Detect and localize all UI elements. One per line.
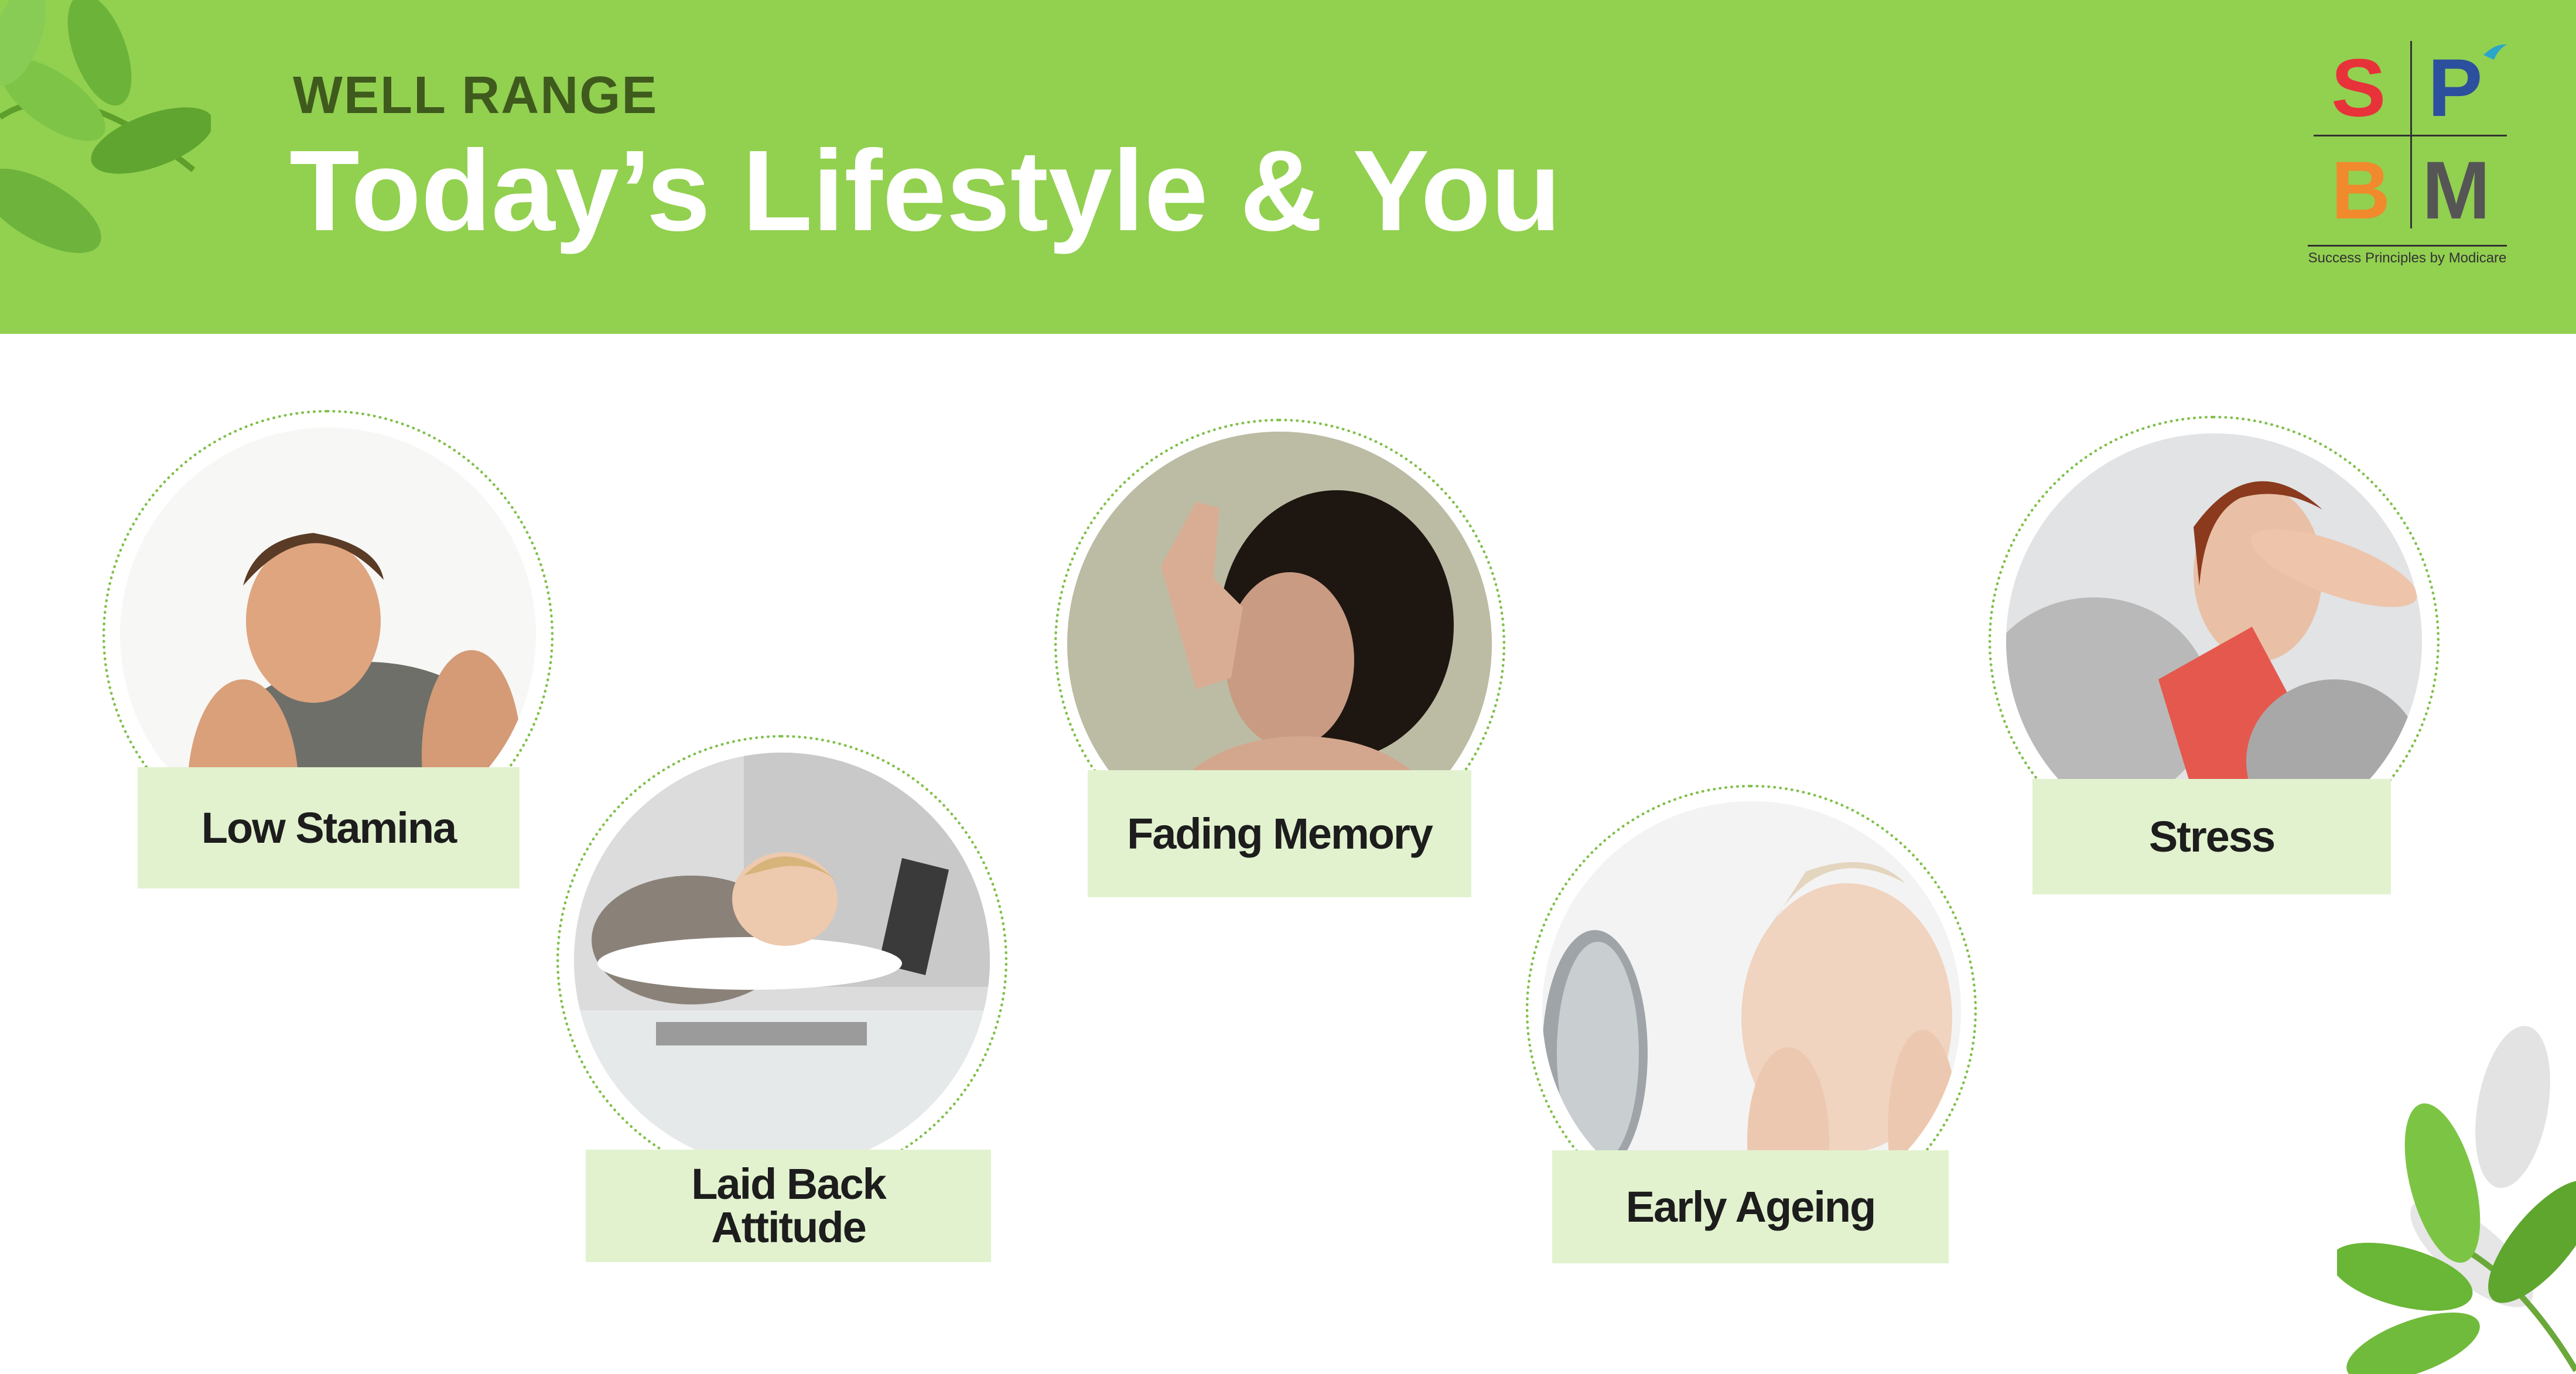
card-early-ageing: Early Ageing xyxy=(1526,785,1983,1265)
card-label: Fading Memory xyxy=(1088,770,1471,897)
bird-icon xyxy=(2483,44,2507,60)
card-stress: Stress xyxy=(1989,416,2445,896)
logo-divider-horizontal xyxy=(2314,135,2507,136)
header-banner: WELL RANGE Today’s Lifestyle & You S P B… xyxy=(0,0,2576,334)
card-laid-back-attitude: Laid Back Attitude xyxy=(556,735,1013,1262)
leaf-decoration-icon xyxy=(2337,1026,2576,1374)
logo-letter-b: B xyxy=(2331,144,2391,236)
logo-tagline: Success Principles by Modicare xyxy=(2308,245,2507,266)
leaf-decoration-icon xyxy=(0,0,211,253)
section-subtitle: WELL RANGE xyxy=(293,66,658,125)
page-title: Today’s Lifestyle & You xyxy=(289,127,1562,255)
logo-letter-m: M xyxy=(2422,144,2490,236)
card-low-stamina: Low Stamina xyxy=(103,410,559,890)
spbm-logo: S P B M Success Principles by Modicare xyxy=(2308,35,2513,269)
card-label: Stress xyxy=(2032,779,2391,894)
card-label: Low Stamina xyxy=(138,767,520,888)
sleeping-at-desk-photo xyxy=(574,753,990,1168)
logo-letter-s: S xyxy=(2331,42,2386,134)
card-label: Laid Back Attitude xyxy=(586,1150,991,1262)
logo-letter-p: P xyxy=(2428,42,2483,134)
card-label: Early Ageing xyxy=(1552,1150,1949,1263)
card-fading-memory: Fading Memory xyxy=(1054,419,1511,899)
